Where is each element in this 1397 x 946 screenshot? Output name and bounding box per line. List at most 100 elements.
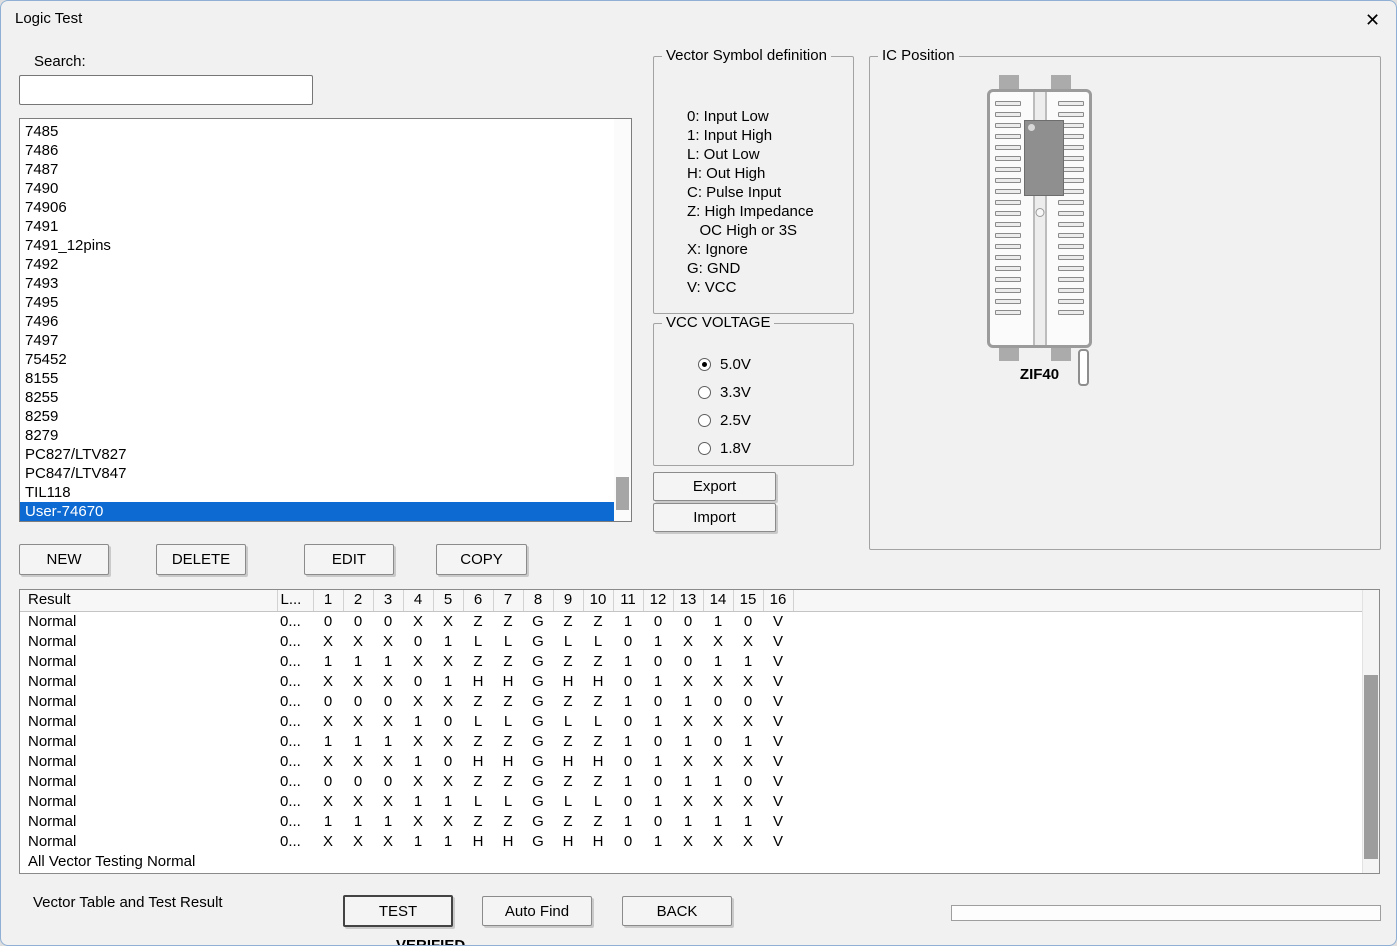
radio-icon[interactable] <box>698 414 711 427</box>
delete-button[interactable]: DELETE <box>156 544 246 575</box>
test-button[interactable]: TEST <box>343 895 453 927</box>
export-button[interactable]: Export <box>653 472 776 501</box>
column-header[interactable]: Result <box>20 590 277 611</box>
result-row[interactable]: Normal0...111XXZZGZZ10111V <box>20 812 1362 832</box>
list-item[interactable]: 7491 <box>20 217 614 236</box>
list-item[interactable]: 75452 <box>20 350 614 369</box>
list-item[interactable]: 7486 <box>20 141 614 160</box>
column-header[interactable]: 2 <box>343 590 373 611</box>
list-item[interactable]: 7493 <box>20 274 614 293</box>
column-header[interactable]: 8 <box>523 590 553 611</box>
vector-symbol-line: C: Pulse Input <box>687 183 853 202</box>
search-input[interactable] <box>19 75 313 105</box>
result-table-body: Normal0...000XXZZGZZ10010VNormal0...XXX0… <box>20 611 1362 872</box>
list-item[interactable]: 7485 <box>20 122 614 141</box>
socket-tab <box>1051 75 1071 90</box>
column-header[interactable]: 10 <box>583 590 613 611</box>
vector-symbol-line: OC High or 3S <box>687 221 853 240</box>
list-item[interactable]: 8155 <box>20 369 614 388</box>
column-header[interactable]: 15 <box>733 590 763 611</box>
copy-button[interactable]: COPY <box>436 544 527 575</box>
radio-icon[interactable] <box>698 386 711 399</box>
list-item[interactable]: 74906 <box>20 198 614 217</box>
table-scrollbar[interactable] <box>1362 590 1379 873</box>
column-header[interactable]: 4 <box>403 590 433 611</box>
column-header[interactable]: 7 <box>493 590 523 611</box>
ic-listbox[interactable]: 74857486748774907490674917491_12pins7492… <box>19 118 632 522</box>
edit-button[interactable]: EDIT <box>304 544 394 575</box>
result-table-region: ResultL...12345678910111213141516 Normal… <box>19 589 1380 874</box>
list-item[interactable]: User-74670 <box>20 502 614 521</box>
result-row[interactable]: Normal0...XXX11HHGHH01XXXV <box>20 832 1362 852</box>
close-icon[interactable]: ✕ <box>1349 1 1396 39</box>
result-row[interactable]: Normal0...111XXZZGZZ10011V <box>20 652 1362 672</box>
vcc-option-2.5V[interactable]: 2.5V <box>698 406 853 434</box>
socket-label: ZIF40 <box>987 366 1092 383</box>
logic-test-dialog: Logic Test ✕ Search: 7485748674877490749… <box>0 0 1397 946</box>
radio-icon[interactable] <box>698 442 711 455</box>
result-row[interactable]: Normal0...XXX10LLGLL01XXXV <box>20 712 1362 732</box>
radio-label: 2.5V <box>720 412 751 429</box>
column-header[interactable]: 6 <box>463 590 493 611</box>
title-bar: Logic Test ✕ <box>1 1 1396 39</box>
table-scrollbar-thumb[interactable] <box>1364 675 1378 859</box>
column-header[interactable]: 9 <box>553 590 583 611</box>
result-row[interactable]: Normal0...000XXZZGZZ10010V <box>20 611 1362 632</box>
ic-position-group: IC Position ZIF40 <box>869 56 1381 550</box>
vector-symbol-line: L: Out Low <box>687 145 853 164</box>
vector-symbol-line: 0: Input Low <box>687 107 853 126</box>
progress-bar <box>951 905 1381 921</box>
result-row[interactable]: Normal0...XXX01HHGHH01XXXV <box>20 672 1362 692</box>
new-button[interactable]: NEW <box>19 544 109 575</box>
list-item[interactable]: 8255 <box>20 388 614 407</box>
column-header[interactable]: 13 <box>673 590 703 611</box>
vector-symbol-group: Vector Symbol definition 0: Input Low1: … <box>653 56 854 314</box>
vcc-option-1.8V[interactable]: 1.8V <box>698 434 853 462</box>
list-item[interactable]: PC847/LTV847 <box>20 464 614 483</box>
result-row[interactable]: Normal0...000XXZZGZZ10110V <box>20 772 1362 792</box>
radio-label: 5.0V <box>720 356 751 373</box>
column-header[interactable]: L... <box>277 590 313 611</box>
list-item[interactable]: 7496 <box>20 312 614 331</box>
radio-icon[interactable] <box>698 358 711 371</box>
result-row[interactable]: Normal0...111XXZZGZZ10101V <box>20 732 1362 752</box>
list-item[interactable]: PC827/LTV827 <box>20 445 614 464</box>
list-item[interactable]: 7492 <box>20 255 614 274</box>
vector-symbol-line: 1: Input High <box>687 126 853 145</box>
list-scrollbar-thumb[interactable] <box>616 477 629 510</box>
list-item[interactable]: 8279 <box>20 426 614 445</box>
list-item[interactable]: 7487 <box>20 160 614 179</box>
socket-tab <box>999 75 1019 90</box>
vector-symbol-group-title: Vector Symbol definition <box>662 47 831 64</box>
column-header[interactable]: 14 <box>703 590 733 611</box>
import-button[interactable]: Import <box>653 503 776 532</box>
vector-symbol-line: X: Ignore <box>687 240 853 259</box>
ic-chip-icon <box>1024 120 1064 196</box>
list-item[interactable]: TIL118 <box>20 483 614 502</box>
result-row[interactable]: Normal0...XXX01LLGLL01XXXV <box>20 632 1362 652</box>
list-item[interactable]: 8259 <box>20 407 614 426</box>
chip-pin1-dot <box>1028 124 1035 131</box>
result-row[interactable]: Normal0...XXX10HHGHH01XXXV <box>20 752 1362 772</box>
list-item[interactable]: 7497 <box>20 331 614 350</box>
list-item[interactable]: 7490 <box>20 179 614 198</box>
column-header[interactable]: 16 <box>763 590 793 611</box>
vector-symbol-line: V: VCC <box>687 278 853 297</box>
vcc-option-3.3V[interactable]: 3.3V <box>698 378 853 406</box>
result-row[interactable]: Normal0...000XXZZGZZ10100V <box>20 692 1362 712</box>
list-item[interactable]: 7491_12pins <box>20 236 614 255</box>
list-scrollbar[interactable] <box>614 119 631 521</box>
vector-symbol-lines: 0: Input Low1: Input HighL: Out LowH: Ou… <box>654 57 853 297</box>
back-button[interactable]: BACK <box>622 896 732 926</box>
column-header[interactable]: 1 <box>313 590 343 611</box>
result-row[interactable]: Normal0...XXX11LLGLL01XXXV <box>20 792 1362 812</box>
summary-row[interactable]: All Vector Testing Normal <box>20 852 1362 872</box>
column-header[interactable]: 5 <box>433 590 463 611</box>
column-header[interactable]: 3 <box>373 590 403 611</box>
vcc-option-5.0V[interactable]: 5.0V <box>698 350 853 378</box>
list-item[interactable]: 7495 <box>20 293 614 312</box>
vector-symbol-line: Z: High Impedance <box>687 202 853 221</box>
column-header[interactable]: 12 <box>643 590 673 611</box>
auto-find-button[interactable]: Auto Find <box>482 896 592 926</box>
column-header[interactable]: 11 <box>613 590 643 611</box>
